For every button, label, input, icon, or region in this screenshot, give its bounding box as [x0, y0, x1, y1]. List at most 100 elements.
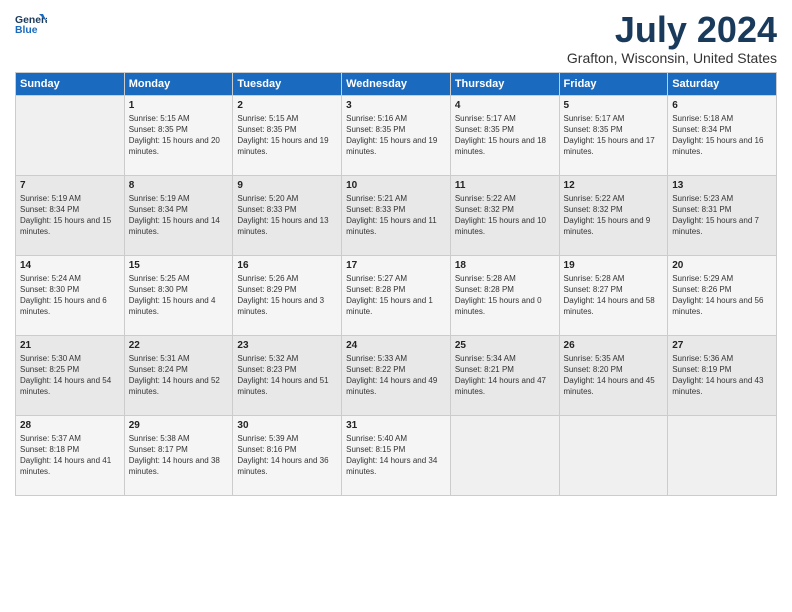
day-cell: 27Sunrise: 5:36 AMSunset: 8:19 PMDayligh…: [668, 335, 777, 415]
day-number: 4: [455, 100, 555, 111]
day-number: 21: [20, 340, 120, 351]
day-cell: 18 Sunrise: 5:28 AMSunset: 8:28 PMDayligh…: [450, 255, 559, 335]
day-number: 6: [672, 100, 772, 111]
day-cell: [559, 415, 668, 495]
day-detail: Sunrise: 5:20 AMSunset: 8:33 PMDaylight:…: [237, 193, 337, 238]
day-detail: Sunrise: 5:33 AMSunset: 8:22 PMDaylight:…: [346, 353, 446, 398]
day-detail: Sunrise: 5:16 AMSunset: 8:35 PMDaylight:…: [346, 113, 446, 158]
day-detail: Sunrise: 5:35 AMSunset: 8:20 PMDaylight:…: [564, 353, 664, 398]
header: General Blue July 2024 Grafton, Wisconsi…: [15, 10, 777, 66]
logo: General Blue: [15, 10, 47, 38]
day-cell: 17 Sunrise: 5:27 AMSunset: 8:28 PMDayligh…: [342, 255, 451, 335]
day-number: 17: [346, 260, 446, 271]
day-cell: 10Sunrise: 5:21 AMSunset: 8:33 PMDayligh…: [342, 175, 451, 255]
day-number: 16: [237, 260, 337, 271]
week-row-5: 28 Sunrise: 5:37 AMSunset: 8:18 PMDayligh…: [16, 415, 777, 495]
day-number: 5: [564, 100, 664, 111]
day-detail: Sunrise: 5:21 AMSunset: 8:33 PMDaylight:…: [346, 193, 446, 238]
day-number: 2: [237, 100, 337, 111]
day-cell: [450, 415, 559, 495]
day-cell: 6 Sunrise: 5:18 AMSunset: 8:34 PMDaylight…: [668, 95, 777, 175]
day-cell: 12 Sunrise: 5:22 AMSunset: 8:32 PMDayligh…: [559, 175, 668, 255]
day-number: 18: [455, 260, 555, 271]
day-number: 1: [129, 100, 229, 111]
day-detail: Sunrise: 5:28 AMSunset: 8:27 PMDaylight:…: [564, 273, 664, 318]
day-detail: Sunrise: 5:22 AMSunset: 8:32 PMDaylight:…: [564, 193, 664, 238]
day-number: 7: [20, 180, 120, 191]
day-cell: 25Sunrise: 5:34 AMSunset: 8:21 PMDayligh…: [450, 335, 559, 415]
day-number: 14: [20, 260, 120, 271]
day-cell: 4 Sunrise: 5:17 AMSunset: 8:35 PMDaylight…: [450, 95, 559, 175]
day-detail: Sunrise: 5:26 AMSunset: 8:29 PMDaylight:…: [237, 273, 337, 318]
day-cell: 24 Sunrise: 5:33 AMSunset: 8:22 PMDayligh…: [342, 335, 451, 415]
day-cell: 11 Sunrise: 5:22 AMSunset: 8:32 PMDayligh…: [450, 175, 559, 255]
day-cell: 31 Sunrise: 5:40 AMSunset: 8:15 PMDayligh…: [342, 415, 451, 495]
day-cell: [16, 95, 125, 175]
day-number: 28: [20, 420, 120, 431]
day-number: 19: [564, 260, 664, 271]
day-number: 29: [129, 420, 229, 431]
day-cell: 29 Sunrise: 5:38 AMSunset: 8:17 PMDayligh…: [124, 415, 233, 495]
weekday-header-friday: Friday: [559, 72, 668, 95]
day-detail: Sunrise: 5:32 AMSunset: 8:23 PMDaylight:…: [237, 353, 337, 398]
day-number: 25: [455, 340, 555, 351]
day-number: 24: [346, 340, 446, 351]
day-detail: Sunrise: 5:22 AMSunset: 8:32 PMDaylight:…: [455, 193, 555, 238]
location: Grafton, Wisconsin, United States: [567, 50, 777, 66]
day-number: 31: [346, 420, 446, 431]
day-detail: Sunrise: 5:40 AMSunset: 8:15 PMDaylight:…: [346, 433, 446, 478]
day-number: 23: [237, 340, 337, 351]
day-cell: 28 Sunrise: 5:37 AMSunset: 8:18 PMDayligh…: [16, 415, 125, 495]
day-number: 12: [564, 180, 664, 191]
day-detail: Sunrise: 5:37 AMSunset: 8:18 PMDaylight:…: [20, 433, 120, 478]
day-number: 13: [672, 180, 772, 191]
weekday-header-wednesday: Wednesday: [342, 72, 451, 95]
day-detail: Sunrise: 5:31 AMSunset: 8:24 PMDaylight:…: [129, 353, 229, 398]
weekday-header-monday: Monday: [124, 72, 233, 95]
day-detail: Sunrise: 5:15 AMSunset: 8:35 PMDaylight:…: [237, 113, 337, 158]
day-detail: Sunrise: 5:24 AMSunset: 8:30 PMDaylight:…: [20, 273, 120, 318]
day-cell: 19 Sunrise: 5:28 AMSunset: 8:27 PMDayligh…: [559, 255, 668, 335]
day-cell: 26Sunrise: 5:35 AMSunset: 8:20 PMDayligh…: [559, 335, 668, 415]
day-detail: Sunrise: 5:38 AMSunset: 8:17 PMDaylight:…: [129, 433, 229, 478]
day-detail: Sunrise: 5:19 AMSunset: 8:34 PMDaylight:…: [20, 193, 120, 238]
day-detail: Sunrise: 5:19 AMSunset: 8:34 PMDaylight:…: [129, 193, 229, 238]
day-number: 11: [455, 180, 555, 191]
week-row-4: 21Sunrise: 5:30 AMSunset: 8:25 PMDayligh…: [16, 335, 777, 415]
calendar-table: SundayMondayTuesdayWednesdayThursdayFrid…: [15, 72, 777, 496]
day-number: 20: [672, 260, 772, 271]
day-cell: 2 Sunrise: 5:15 AMSunset: 8:35 PMDaylight…: [233, 95, 342, 175]
day-detail: Sunrise: 5:39 AMSunset: 8:16 PMDaylight:…: [237, 433, 337, 478]
svg-text:Blue: Blue: [15, 25, 38, 36]
day-detail: Sunrise: 5:18 AMSunset: 8:34 PMDaylight:…: [672, 113, 772, 158]
day-number: 15: [129, 260, 229, 271]
day-cell: 30 Sunrise: 5:39 AMSunset: 8:16 PMDayligh…: [233, 415, 342, 495]
week-row-1: 1 Sunrise: 5:15 AMSunset: 8:35 PMDaylight…: [16, 95, 777, 175]
day-number: 22: [129, 340, 229, 351]
weekday-header-saturday: Saturday: [668, 72, 777, 95]
day-cell: 22 Sunrise: 5:31 AMSunset: 8:24 PMDayligh…: [124, 335, 233, 415]
day-cell: 20 Sunrise: 5:29 AMSunset: 8:26 PMDayligh…: [668, 255, 777, 335]
day-detail: Sunrise: 5:28 AMSunset: 8:28 PMDaylight:…: [455, 273, 555, 318]
day-detail: Sunrise: 5:27 AMSunset: 8:28 PMDaylight:…: [346, 273, 446, 318]
weekday-header-row: SundayMondayTuesdayWednesdayThursdayFrid…: [16, 72, 777, 95]
day-cell: 5 Sunrise: 5:17 AMSunset: 8:35 PMDaylight…: [559, 95, 668, 175]
day-detail: Sunrise: 5:29 AMSunset: 8:26 PMDaylight:…: [672, 273, 772, 318]
day-cell: 21Sunrise: 5:30 AMSunset: 8:25 PMDayligh…: [16, 335, 125, 415]
day-number: 8: [129, 180, 229, 191]
day-detail: Sunrise: 5:17 AMSunset: 8:35 PMDaylight:…: [564, 113, 664, 158]
day-detail: Sunrise: 5:36 AMSunset: 8:19 PMDaylight:…: [672, 353, 772, 398]
day-number: 30: [237, 420, 337, 431]
weekday-header-tuesday: Tuesday: [233, 72, 342, 95]
week-row-3: 14 Sunrise: 5:24 AMSunset: 8:30 PMDayligh…: [16, 255, 777, 335]
day-detail: Sunrise: 5:17 AMSunset: 8:35 PMDaylight:…: [455, 113, 555, 158]
day-cell: 14 Sunrise: 5:24 AMSunset: 8:30 PMDayligh…: [16, 255, 125, 335]
day-number: 3: [346, 100, 446, 111]
month-title: July 2024: [567, 10, 777, 50]
day-number: 9: [237, 180, 337, 191]
day-detail: Sunrise: 5:25 AMSunset: 8:30 PMDaylight:…: [129, 273, 229, 318]
day-cell: 1Sunrise: 5:15 AMSunset: 8:35 PMDaylight…: [124, 95, 233, 175]
title-block: July 2024 Grafton, Wisconsin, United Sta…: [567, 10, 777, 66]
day-cell: 8 Sunrise: 5:19 AMSunset: 8:34 PMDaylight…: [124, 175, 233, 255]
day-cell: 9 Sunrise: 5:20 AMSunset: 8:33 PMDaylight…: [233, 175, 342, 255]
